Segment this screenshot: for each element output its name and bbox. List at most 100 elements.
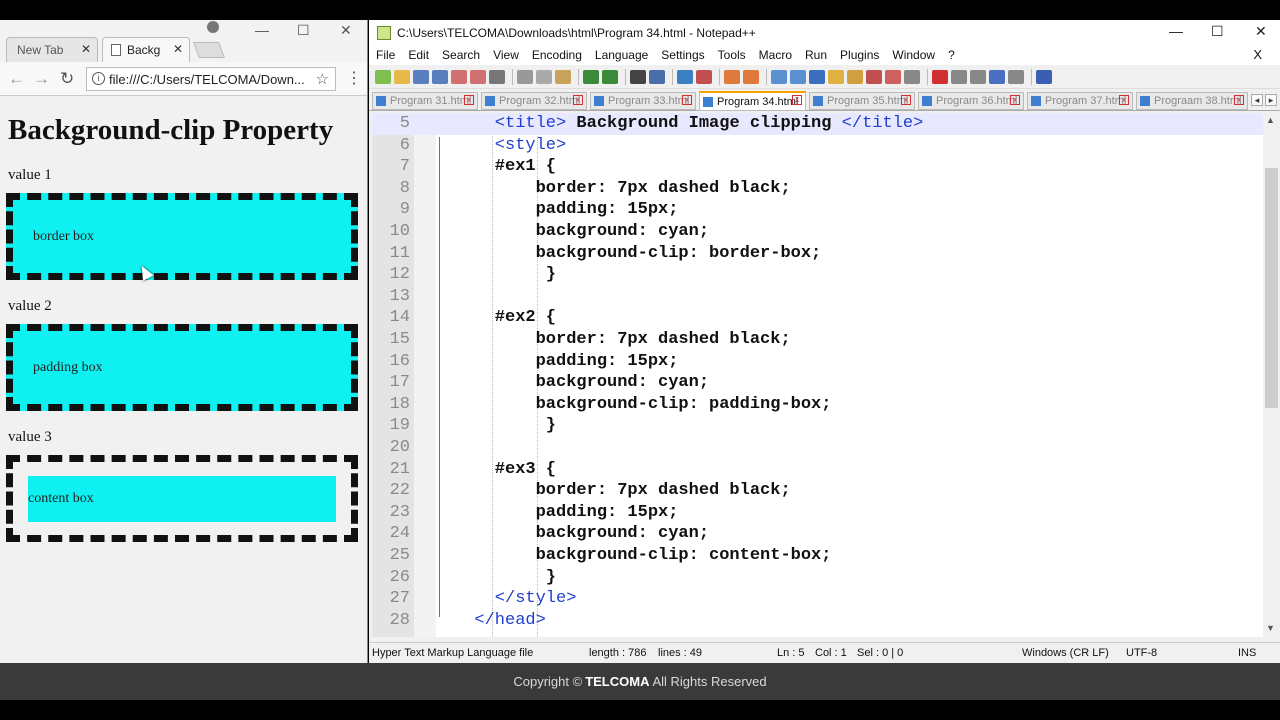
html-tag-token: <title> <box>494 114 567 133</box>
menu-view[interactable]: View <box>493 48 519 62</box>
run-macro-multiple-icon[interactable] <box>989 69 1005 84</box>
spell-check-icon[interactable] <box>1036 69 1052 84</box>
print-icon[interactable] <box>489 69 505 84</box>
bookmark-star-icon[interactable]: ☆ <box>316 70 329 88</box>
vertical-scrollbar[interactable]: ▲ ▼ <box>1263 113 1280 637</box>
indent-guide-icon[interactable] <box>809 69 825 84</box>
zoom-in-icon[interactable] <box>677 69 693 84</box>
npp-tab[interactable]: Prograam 38.html x <box>1136 92 1248 110</box>
npp-tab[interactable]: Program 37.html x <box>1027 92 1133 110</box>
find-icon[interactable] <box>630 69 646 84</box>
menu-search[interactable]: Search <box>442 48 480 62</box>
minimize-icon[interactable]: — <box>255 22 269 38</box>
code-editor[interactable]: 5 <title> Background Image clipping </tit… <box>372 113 1263 637</box>
menu-plugins[interactable]: Plugins <box>840 48 879 62</box>
minimize-icon[interactable]: — <box>1169 23 1183 39</box>
doc-map-icon[interactable] <box>847 69 863 84</box>
tab-scroll-right-icon[interactable]: ▸ <box>1265 94 1277 106</box>
function-list-icon[interactable] <box>866 69 882 84</box>
copy-icon[interactable] <box>536 69 552 84</box>
info-icon[interactable]: i <box>92 72 105 85</box>
new-tab-button[interactable] <box>193 42 225 58</box>
tab-close-icon[interactable]: x <box>792 95 802 105</box>
scroll-down-icon[interactable]: ▼ <box>1266 623 1275 633</box>
footer-bar: Copyright © TELCOMA All Rights Reserved <box>0 663 1280 700</box>
scrollbar-thumb[interactable] <box>1265 168 1278 408</box>
maximize-icon[interactable]: ☐ <box>1211 23 1224 40</box>
menu-tools[interactable]: Tools <box>718 48 746 62</box>
account-icon[interactable] <box>207 21 219 33</box>
file-icon <box>594 96 604 106</box>
save-all-icon[interactable] <box>432 69 448 84</box>
stop-macro-icon[interactable] <box>951 69 967 84</box>
tab-close-icon[interactable]: x <box>1234 95 1244 105</box>
tab-new-tab[interactable]: New Tab ✕ <box>6 37 98 62</box>
reload-icon[interactable]: ↻ <box>60 69 74 89</box>
menu-settings[interactable]: Settings <box>661 48 704 62</box>
kebab-menu-icon[interactable]: ⋮ <box>346 68 362 88</box>
tab-scroll-left-icon[interactable]: ◂ <box>1251 94 1263 106</box>
word-wrap-icon[interactable] <box>771 69 787 84</box>
menu-help[interactable]: ? <box>948 48 955 62</box>
tab-label: New Tab <box>17 43 64 57</box>
tab-close-icon[interactable]: x <box>573 95 583 105</box>
tab-close-icon[interactable]: x <box>901 95 911 105</box>
back-arrow-icon[interactable]: ← <box>8 69 25 89</box>
close-file-icon[interactable] <box>451 69 467 84</box>
tab-close-icon[interactable]: x <box>1119 95 1129 105</box>
page-heading: Background-clip Property <box>8 114 334 146</box>
menu-run[interactable]: Run <box>805 48 827 62</box>
menu-language[interactable]: Language <box>595 48 648 62</box>
maximize-icon[interactable]: ☐ <box>297 22 310 39</box>
monitoring-icon[interactable] <box>904 69 920 84</box>
save-icon[interactable] <box>413 69 429 84</box>
zoom-out-icon[interactable] <box>696 69 712 84</box>
menu-encoding[interactable]: Encoding <box>532 48 582 62</box>
replace-icon[interactable] <box>649 69 665 84</box>
play-macro-icon[interactable] <box>970 69 986 84</box>
tab-close-icon[interactable]: ✕ <box>81 42 91 56</box>
npp-tab-active[interactable]: Program 34.html x <box>699 91 806 111</box>
open-file-icon[interactable] <box>394 69 410 84</box>
npp-tab[interactable]: Program 36.html x <box>918 92 1024 110</box>
npp-tab[interactable]: Program 32.html x <box>481 92 587 110</box>
scroll-up-icon[interactable]: ▲ <box>1266 115 1275 125</box>
save-macro-icon[interactable] <box>1008 69 1024 84</box>
define-language-icon[interactable] <box>828 69 844 84</box>
menu-window[interactable]: Window <box>892 48 935 62</box>
url-field[interactable]: i file:///C:/Users/TELCOMA/Down... ☆ <box>86 67 336 91</box>
close-icon[interactable]: ✕ <box>340 22 352 39</box>
redo-icon[interactable] <box>602 69 618 84</box>
show-all-chars-icon[interactable] <box>790 69 806 84</box>
sync-vertical-icon[interactable] <box>724 69 740 84</box>
chrome-window: — ☐ ✕ New Tab ✕ Backg ✕ ← → ↻ i file:///… <box>0 20 368 663</box>
menu-macro[interactable]: Macro <box>759 48 792 62</box>
value-label: value 2 <box>8 298 52 314</box>
tab-close-icon[interactable]: x <box>682 95 692 105</box>
menu-edit[interactable]: Edit <box>408 48 429 62</box>
line-code: background: cyan; <box>495 221 709 243</box>
record-macro-icon[interactable] <box>932 69 948 84</box>
undo-icon[interactable] <box>583 69 599 84</box>
tab-background-clip[interactable]: Backg ✕ <box>102 37 190 62</box>
doc-close-icon[interactable]: X <box>1253 47 1262 62</box>
npp-tab[interactable]: Program 31.html x <box>372 92 478 110</box>
status-col: Col : 1 <box>815 647 847 659</box>
npp-tab[interactable]: Program 35.html x <box>809 92 915 110</box>
sync-horizontal-icon[interactable] <box>743 69 759 84</box>
notepadpp-icon <box>377 25 391 40</box>
cut-icon[interactable] <box>517 69 533 84</box>
close-icon[interactable]: ✕ <box>1255 23 1267 40</box>
paste-icon[interactable] <box>555 69 571 84</box>
new-file-icon[interactable] <box>375 69 391 84</box>
close-all-icon[interactable] <box>470 69 486 84</box>
tab-close-icon[interactable]: x <box>464 95 474 105</box>
tab-close-icon[interactable]: x <box>1010 95 1020 105</box>
tab-close-icon[interactable]: ✕ <box>173 42 183 56</box>
forward-arrow-icon[interactable]: → <box>33 69 50 89</box>
line-code: background-clip: content-box; <box>495 545 832 567</box>
line-number: 8 <box>399 178 410 198</box>
folder-as-workspace-icon[interactable] <box>885 69 901 84</box>
npp-tab[interactable]: Program 33.html x <box>590 92 696 110</box>
menu-file[interactable]: File <box>376 48 395 62</box>
